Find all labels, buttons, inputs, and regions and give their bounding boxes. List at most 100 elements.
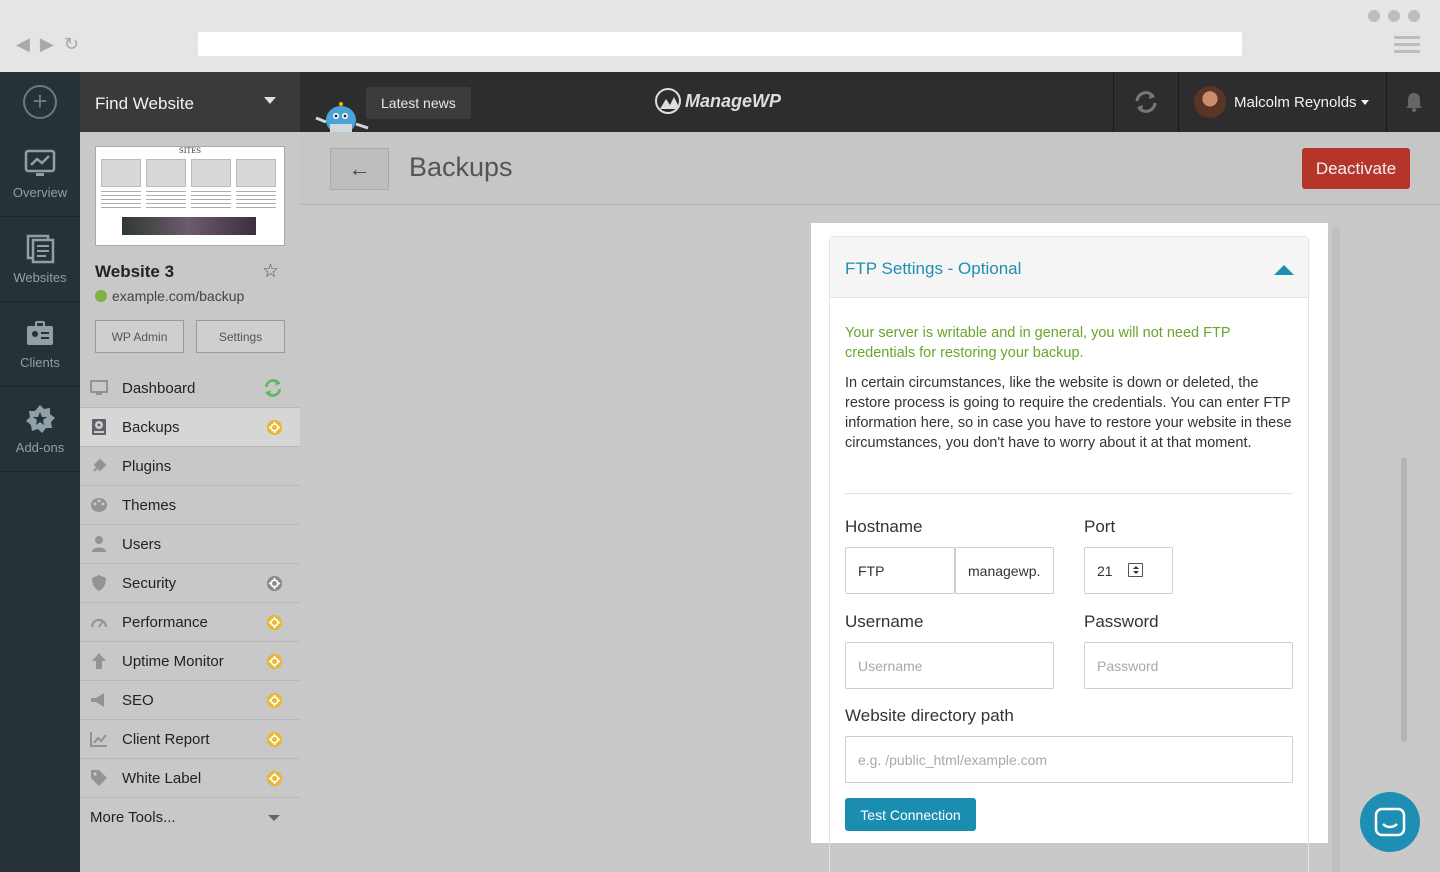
menu-item-label: Uptime Monitor (122, 652, 224, 670)
avatar (1194, 86, 1226, 118)
find-website-label: Find Website (95, 94, 194, 113)
ftp-settings-panel: FTP Settings - Optional Your server is w… (829, 236, 1309, 872)
user-menu[interactable]: Malcolm Reynolds (1194, 86, 1369, 118)
tag-icon (90, 769, 108, 787)
notifications-button[interactable] (1386, 72, 1440, 132)
menu-item-label: Client Report (122, 730, 210, 748)
menu-item-security[interactable]: Security (80, 564, 300, 603)
rail-label: Clients (20, 354, 60, 370)
backup-drive-icon (90, 418, 108, 436)
site-settings-button[interactable]: Settings (196, 320, 285, 353)
rail-item-addons[interactable]: Add-ons (0, 387, 80, 472)
chevron-down-icon (268, 815, 280, 821)
forward-arrow-icon[interactable]: ▶ (40, 34, 54, 55)
gear-icon[interactable] (266, 575, 283, 592)
chat-launcher-button[interactable] (1360, 792, 1420, 852)
gear-icon[interactable] (266, 614, 283, 631)
more-tools-toggle[interactable]: More Tools... (80, 798, 300, 837)
gear-icon[interactable] (266, 770, 283, 787)
refresh-icon[interactable] (263, 378, 283, 398)
menu-item-label: Performance (122, 613, 208, 631)
menu-item-client-report[interactable]: Client Report (80, 720, 300, 759)
find-website-dropdown[interactable]: Find Website (80, 72, 300, 132)
sync-icon (1135, 91, 1157, 113)
page-header: ← Backups Deactivate (300, 132, 1440, 205)
latest-news-tooltip[interactable]: Latest news (366, 87, 471, 119)
menu-item-performance[interactable]: Performance (80, 603, 300, 642)
menu-item-plugins[interactable]: Plugins (80, 447, 300, 486)
gear-icon[interactable] (266, 731, 283, 748)
add-website-button[interactable]: + (0, 72, 80, 132)
clients-badge-icon (27, 320, 53, 345)
user-icon (90, 535, 108, 553)
plus-icon: + (23, 85, 57, 119)
sync-button[interactable] (1113, 72, 1179, 132)
writable-notice: Your server is writable and in general, … (845, 325, 1231, 361)
address-bar[interactable] (198, 32, 1242, 56)
directory-path-input[interactable] (845, 736, 1293, 783)
menu-item-dashboard[interactable]: Dashboard (80, 369, 300, 408)
mascot-robot-icon[interactable] (312, 98, 370, 132)
star-icon[interactable]: ☆ (262, 260, 279, 283)
rail-item-websites[interactable]: Websites (0, 217, 80, 302)
managewp-logo-icon (655, 88, 681, 114)
hostname-input[interactable] (955, 547, 1054, 594)
menu-item-seo[interactable]: SEO (80, 681, 300, 720)
thumbnail-title: SITES (178, 147, 202, 155)
site-url[interactable]: example.com/backup (95, 288, 244, 304)
window-dots (1368, 10, 1420, 22)
rail-label: Websites (13, 269, 67, 285)
websites-stack-icon (26, 234, 55, 263)
password-input[interactable] (1084, 642, 1293, 689)
menu-item-label: SEO (122, 691, 154, 709)
protocol-select[interactable] (845, 547, 955, 594)
menu-item-backups[interactable]: Backups (80, 408, 300, 447)
site-name: Website 3 (95, 262, 175, 281)
background-panel-edge (1332, 227, 1340, 872)
user-name: Malcolm Reynolds (1234, 93, 1357, 111)
menu-item-label: Users (122, 535, 162, 553)
test-connection-button[interactable]: Test Connection (845, 798, 976, 831)
managewp-logo[interactable]: ManageWP (655, 88, 781, 114)
menu-item-white-label[interactable]: White Label (80, 759, 300, 798)
username-label: Username (845, 612, 924, 631)
wp-admin-button[interactable]: WP Admin (95, 320, 184, 353)
top-bar: + Find Website Latest news ManageWP Malc… (0, 72, 1440, 132)
palette-icon (90, 496, 108, 514)
menu-item-label: Backups (122, 418, 180, 436)
username-input[interactable] (845, 642, 1054, 689)
scrollbar[interactable] (1401, 457, 1407, 742)
website-menu: Dashboard Backups Plugins Themes Users S… (80, 369, 300, 837)
monitor-icon (90, 379, 108, 397)
browser-nav: ◀ ▶ ↻ (16, 34, 79, 55)
gear-icon[interactable] (266, 653, 283, 670)
port-stepper[interactable] (1128, 563, 1143, 577)
arrow-left-icon: ← (348, 156, 371, 181)
directory-path-label: Website directory path (845, 706, 1014, 725)
chevron-down-icon (264, 97, 276, 104)
star-badge-icon (26, 404, 55, 433)
menu-item-themes[interactable]: Themes (80, 486, 300, 525)
deactivate-button[interactable]: Deactivate (1302, 148, 1410, 189)
chat-icon (1374, 807, 1406, 837)
chevron-up-icon[interactable] (1274, 265, 1294, 275)
rail-item-clients[interactable]: Clients (0, 302, 80, 387)
megaphone-icon (90, 691, 108, 709)
ftp-panel-header[interactable]: FTP Settings - Optional (830, 237, 1308, 298)
menu-item-label: Themes (122, 496, 177, 514)
gear-icon[interactable] (266, 692, 283, 709)
ftp-panel-title: FTP Settings - Optional (845, 259, 1022, 278)
back-arrow-icon[interactable]: ◀ (16, 34, 30, 55)
back-button[interactable]: ← (330, 148, 389, 190)
reload-icon[interactable]: ↻ (64, 34, 79, 55)
rail-item-overview[interactable]: Overview (0, 132, 80, 217)
shield-icon (90, 574, 108, 592)
menu-item-uptime-monitor[interactable]: Uptime Monitor (80, 642, 300, 681)
gear-icon[interactable] (266, 419, 283, 436)
password-label: Password (1084, 612, 1159, 631)
site-thumbnail[interactable]: SITES (95, 146, 285, 246)
menu-item-users[interactable]: Users (80, 525, 300, 564)
port-label: Port (1084, 517, 1116, 536)
hamburger-menu-icon[interactable] (1394, 36, 1420, 57)
chart-monitor-icon (24, 149, 56, 176)
